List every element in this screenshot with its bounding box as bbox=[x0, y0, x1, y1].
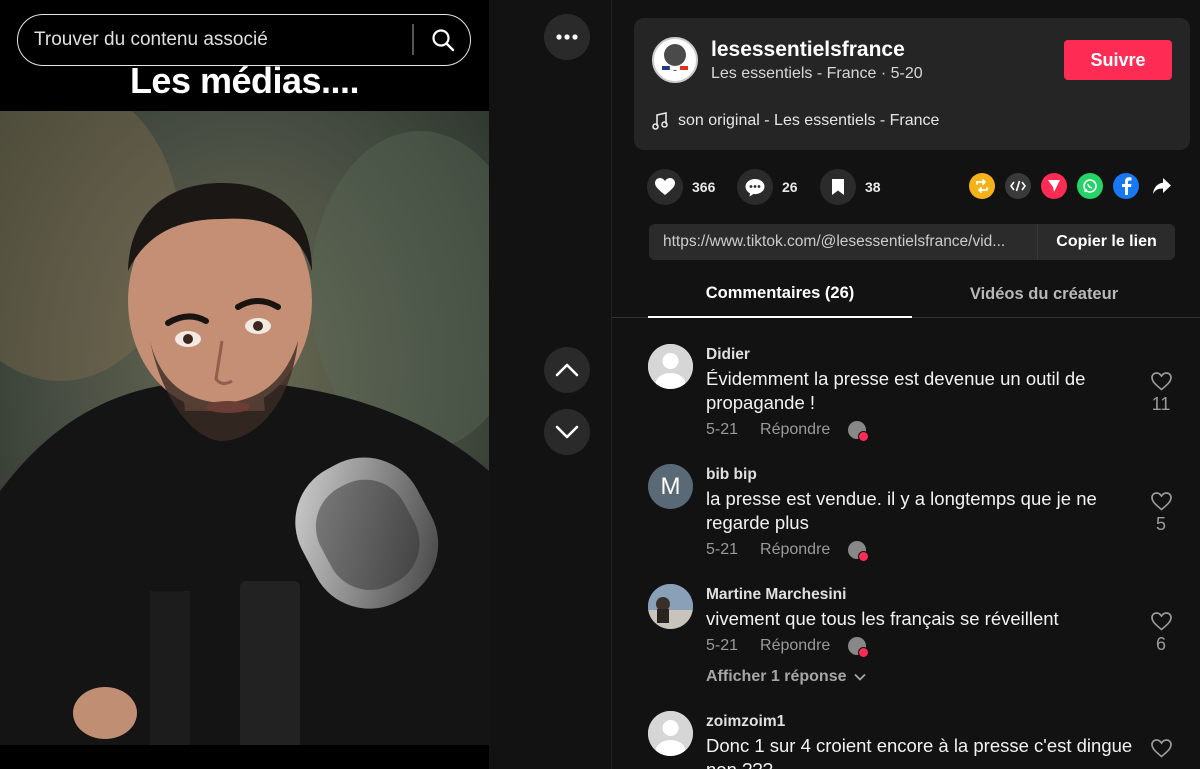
save-count: 38 bbox=[865, 179, 881, 195]
facebook-icon[interactable] bbox=[1113, 173, 1139, 199]
comment-text: Évidemment la presse est devenue un outi… bbox=[706, 368, 1086, 413]
comment-like-count: 11 bbox=[1151, 394, 1171, 414]
show-replies-button[interactable]: Afficher 1 réponse bbox=[706, 668, 867, 686]
comment-author[interactable]: Martine Marchesini bbox=[706, 586, 846, 604]
video-frame[interactable] bbox=[0, 111, 489, 745]
search-bar bbox=[17, 14, 471, 66]
search-icon[interactable] bbox=[426, 23, 460, 57]
comment-avatar[interactable]: M bbox=[648, 464, 693, 509]
creator-username[interactable]: lesessentielsfrance bbox=[711, 38, 905, 62]
whatsapp-icon[interactable] bbox=[1077, 173, 1103, 199]
tab-comments[interactable]: Commentaires (26) bbox=[648, 270, 912, 318]
creator-card: lesessentielsfrance Les essentiels - Fra… bbox=[634, 18, 1190, 150]
video-nav-column bbox=[489, 0, 611, 769]
save-button[interactable] bbox=[820, 169, 856, 205]
comment-count: 26 bbox=[782, 179, 798, 195]
save-action[interactable]: 38 bbox=[820, 169, 881, 205]
heart-outline-icon bbox=[1150, 492, 1172, 511]
creator-liked-avatar bbox=[848, 421, 870, 442]
heart-icon bbox=[655, 178, 675, 195]
video-details-panel: lesessentielsfrance Les essentiels - Fra… bbox=[611, 0, 1200, 769]
tab-creator-videos[interactable]: Vidéos du créateur bbox=[912, 270, 1176, 318]
comment-avatar[interactable] bbox=[648, 344, 693, 389]
comment-button[interactable] bbox=[737, 169, 773, 205]
user-photo-avatar bbox=[648, 584, 693, 629]
comment-like[interactable] bbox=[1148, 739, 1174, 758]
comment-date: 5-21 bbox=[706, 421, 739, 438]
avatar-letter: M bbox=[660, 472, 681, 500]
music-note-icon bbox=[652, 112, 668, 130]
show-replies-label: Afficher 1 réponse bbox=[706, 668, 847, 685]
comment-date: 5-21 bbox=[706, 541, 739, 558]
embed-icon[interactable] bbox=[1005, 173, 1031, 199]
creator-avatar[interactable] bbox=[652, 37, 698, 83]
heart-outline-icon bbox=[1150, 612, 1172, 631]
bookmark-icon bbox=[832, 179, 844, 195]
action-bar: 366 26 38 bbox=[647, 169, 1192, 205]
heart-outline-icon bbox=[1150, 372, 1172, 391]
default-avatar-icon bbox=[648, 711, 693, 756]
previous-video-button[interactable] bbox=[544, 347, 590, 393]
comment-author[interactable]: bib bip bbox=[706, 466, 757, 484]
chevron-down-icon bbox=[854, 673, 867, 681]
comment-text: vivement que tous les français se réveil… bbox=[706, 608, 1059, 629]
chevron-up-icon bbox=[555, 363, 579, 377]
comment-like[interactable]: 6 bbox=[1148, 612, 1174, 655]
share-link-box: https://www.tiktok.com/@lesessentielsfra… bbox=[649, 224, 1175, 260]
music-link[interactable]: son original - Les essentiels - France bbox=[652, 112, 939, 130]
search-divider bbox=[412, 24, 414, 55]
video-player[interactable]: Les médias.... bbox=[0, 0, 489, 769]
comment-like[interactable]: 5 bbox=[1148, 492, 1174, 535]
music-title: son original - Les essentiels - France bbox=[678, 112, 940, 129]
comment-text: Donc 1 sur 4 croient encore à la presse … bbox=[706, 735, 1133, 769]
share-arrow-icon[interactable] bbox=[1149, 173, 1175, 199]
comment-meta: 5-21 Répondre bbox=[706, 421, 870, 442]
comment-meta: 5-21 Répondre bbox=[706, 541, 870, 562]
default-avatar-icon bbox=[648, 344, 693, 389]
repost-icon[interactable] bbox=[969, 173, 995, 199]
reply-button[interactable]: Répondre bbox=[760, 637, 830, 655]
comment-like[interactable]: 11 bbox=[1148, 372, 1174, 415]
video-caption: Les médias.... bbox=[129, 60, 360, 101]
share-icons bbox=[969, 173, 1175, 199]
comment-meta: 5-21 Répondre bbox=[706, 637, 870, 658]
comment-like-count: 6 bbox=[1155, 634, 1166, 654]
follow-button[interactable]: Suivre bbox=[1064, 40, 1172, 80]
comment-avatar[interactable] bbox=[648, 584, 693, 629]
creator-liked-avatar bbox=[848, 637, 870, 658]
comment-author[interactable]: zoimzoim1 bbox=[706, 713, 785, 731]
creator-subtitle: Les essentiels - France · 5-20 bbox=[711, 65, 923, 82]
panel-tabs: Commentaires (26) Vidéos du créateur bbox=[612, 270, 1200, 318]
more-dots-icon bbox=[556, 34, 578, 40]
comment-bubble-icon bbox=[745, 178, 765, 196]
comment-action[interactable]: 26 bbox=[737, 169, 798, 205]
comment-date: 5-21 bbox=[706, 637, 739, 654]
more-options-button[interactable] bbox=[544, 14, 590, 60]
send-icon[interactable] bbox=[1041, 173, 1067, 199]
creator-liked-avatar bbox=[848, 541, 870, 562]
heart-outline-icon bbox=[1150, 739, 1172, 758]
chevron-down-icon bbox=[555, 425, 579, 439]
reply-button[interactable]: Répondre bbox=[760, 421, 830, 439]
reply-button[interactable]: Répondre bbox=[760, 541, 830, 559]
like-action[interactable]: 366 bbox=[647, 169, 715, 205]
search-input[interactable] bbox=[34, 15, 414, 64]
comment-author[interactable]: Didier bbox=[706, 346, 750, 364]
comment-avatar[interactable] bbox=[648, 711, 693, 756]
tree-logo-icon bbox=[655, 40, 695, 80]
comment-text: la presse est vendue. il y a longtemps q… bbox=[706, 488, 1097, 533]
next-video-button[interactable] bbox=[544, 409, 590, 455]
like-button[interactable] bbox=[647, 169, 683, 205]
share-link-url[interactable]: https://www.tiktok.com/@lesessentielsfra… bbox=[663, 233, 1035, 251]
copy-link-button[interactable]: Copier le lien bbox=[1037, 224, 1175, 260]
video-still-image bbox=[0, 111, 489, 745]
like-count: 366 bbox=[692, 179, 716, 195]
comment-like-count: 5 bbox=[1155, 514, 1166, 534]
